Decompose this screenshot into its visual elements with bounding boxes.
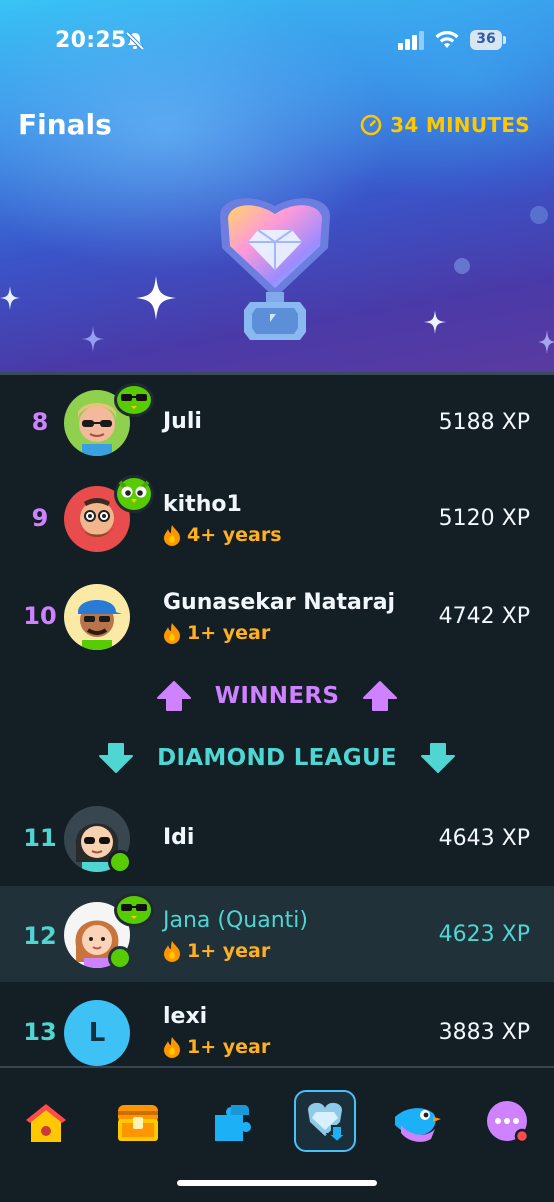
xp-value: 3883 XP: [438, 1020, 530, 1045]
nav-puzzles[interactable]: [204, 1094, 260, 1150]
user-name: kitho1: [163, 492, 242, 517]
nav-quests[interactable]: [110, 1094, 166, 1150]
rank-number: 12: [23, 922, 57, 950]
leaderboard-icon: [308, 1102, 346, 1142]
rank-number: 9: [31, 504, 49, 532]
user-name: Gunasekar Nataraj: [163, 590, 396, 615]
xp-value: 5120 XP: [438, 506, 530, 531]
streak-text: 1+ year: [187, 940, 271, 962]
battery-indicator: 36: [470, 30, 506, 50]
rank-number: 13: [23, 1018, 57, 1046]
streak-label: 1+ year: [163, 622, 270, 644]
zone-label: DIAMOND LEAGUE: [157, 745, 397, 771]
xp-value: 4643 XP: [438, 826, 530, 851]
leaderboard-row[interactable]: 9 kitho1 4+ years 5120 XP: [0, 470, 554, 566]
cell-signal-icon: [398, 31, 424, 50]
streak-text: 1+ year: [187, 622, 271, 644]
arrow-down-icon: [99, 743, 134, 773]
leaderboard-row[interactable]: 10 Gunasekar Nataraj 1+ year 4742 XP: [0, 566, 554, 662]
sparkle-icon: [0, 286, 20, 310]
duo-sunglasses-badge-icon: [114, 383, 154, 417]
status-bar: 20:25 36: [0, 0, 554, 80]
user-name: Jana (Quanti): [163, 908, 308, 933]
nav-leaderboard[interactable]: [294, 1090, 356, 1152]
avatar: [64, 584, 130, 650]
nav-characters[interactable]: [388, 1094, 444, 1150]
promotion-zone-divider: WINNERS: [0, 676, 554, 716]
online-status-dot: [108, 850, 132, 874]
demotion-zone-divider: DIAMOND LEAGUE: [0, 738, 554, 778]
xp-value: 4742 XP: [438, 604, 530, 629]
treasure-chest-icon: [118, 1105, 158, 1141]
arrow-down-icon: [420, 743, 455, 773]
sparkle-icon: [538, 330, 554, 354]
streak-text: 1+ year: [187, 1036, 271, 1058]
avatar-initial: L: [88, 1018, 106, 1048]
zone-label: WINNERS: [214, 683, 340, 709]
leaderboard-row[interactable]: 8 Juli 5188 XP: [0, 374, 554, 470]
xp-value: 4623 XP: [438, 922, 530, 947]
sparkle-icon: [82, 326, 104, 352]
decor-dot: [454, 258, 470, 274]
home-indicator: [177, 1180, 377, 1186]
sparkle-icon: [136, 276, 176, 320]
sparkle-icon: [424, 310, 446, 334]
streak-label: 1+ year: [163, 940, 270, 962]
wifi-icon: [435, 31, 459, 48]
user-name: lexi: [163, 1004, 208, 1029]
arrow-up-icon: [363, 681, 398, 711]
streak-text: 4+ years: [187, 524, 282, 546]
user-name: Juli: [163, 409, 202, 434]
bell-muted-icon: [125, 31, 145, 51]
leaderboard-row-current-user[interactable]: 12 Jana (Quanti) 1+ year 4623 XP: [0, 886, 554, 982]
page-title: Finals: [18, 108, 112, 141]
timer-text: 34 MINUTES: [390, 113, 530, 137]
diamond-trophy-icon: [220, 198, 330, 340]
bird-icon: [395, 1108, 441, 1142]
arrow-up-icon: [156, 681, 191, 711]
more-icon: [487, 1101, 530, 1144]
flame-icon: [164, 623, 180, 644]
flame-icon: [164, 1037, 180, 1058]
user-name: Idi: [163, 825, 195, 850]
puzzle-icon: [215, 1104, 251, 1141]
streak-label: 1+ year: [163, 1036, 270, 1058]
status-time: 20:25: [55, 28, 127, 53]
nav-more[interactable]: [480, 1094, 536, 1150]
rank-number: 10: [23, 602, 57, 630]
duo-sunglasses-badge-icon: [114, 893, 154, 927]
nav-home[interactable]: [18, 1094, 74, 1150]
clock-icon: [360, 114, 382, 136]
countdown-timer: 34 MINUTES: [360, 113, 530, 137]
flame-icon: [164, 941, 180, 962]
rank-number: 11: [23, 824, 57, 852]
league-header: 20:25 36 Finals 34 MINUTES: [0, 0, 554, 374]
xp-value: 5188 XP: [438, 410, 530, 435]
flame-icon: [164, 525, 180, 546]
avatar: L: [64, 1000, 130, 1066]
home-icon: [26, 1104, 66, 1142]
decor-dot: [530, 206, 548, 224]
leaderboard-row[interactable]: 11 Idi 4643 XP: [0, 790, 554, 886]
rank-number: 8: [31, 408, 49, 436]
online-status-dot: [108, 946, 132, 970]
streak-label: 4+ years: [163, 524, 282, 546]
duo-owl-badge-icon: [114, 475, 154, 513]
